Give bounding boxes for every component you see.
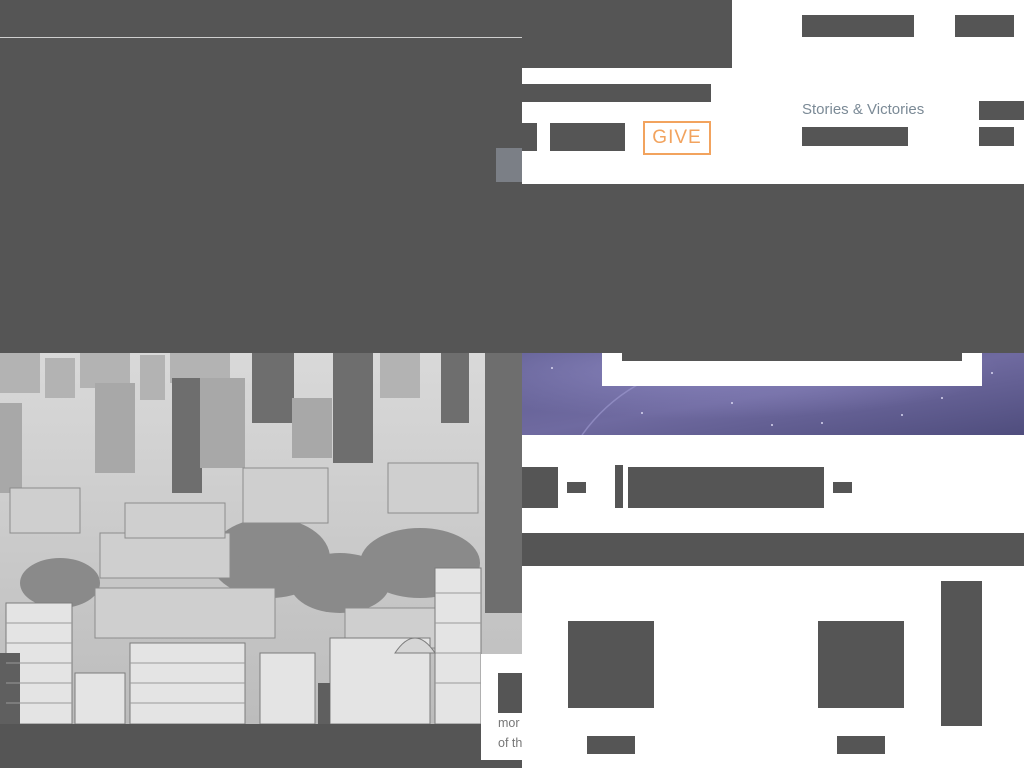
redacted-stat-separator: [833, 482, 852, 493]
header-divider: [0, 37, 522, 38]
redacted-stat-separator: [567, 482, 586, 493]
redacted-feature-icon[interactable]: [568, 621, 654, 708]
redacted-tagline: [522, 84, 711, 102]
give-button[interactable]: GIVE: [643, 121, 711, 155]
redacted-side-panel: [941, 581, 982, 726]
redacted-caption-title: [498, 673, 522, 713]
nav-link-stories-victories[interactable]: Stories & Victories: [802, 101, 924, 118]
redacted-banner-block: [0, 0, 522, 353]
redacted-stat-number: [522, 467, 558, 508]
redacted-hero-card-text: [622, 353, 962, 361]
redacted-stat-divider: [615, 465, 623, 508]
redacted-footer-block: [0, 724, 522, 768]
redacted-section-heading: [522, 533, 1024, 566]
scroll-edge-marker: [496, 148, 522, 182]
redacted-feature-label: [587, 736, 635, 754]
photo-caption-card: mor of th: [481, 654, 522, 760]
redacted-nav-item[interactable]: [550, 123, 625, 151]
caption-line: of th: [498, 736, 522, 750]
caption-text: mor of th: [498, 713, 522, 753]
redacted-nav-item[interactable]: [979, 101, 1024, 120]
redacted-nav-item[interactable]: [802, 127, 908, 146]
redacted-nav-item[interactable]: [979, 127, 1014, 146]
redacted-feature-label: [837, 736, 885, 754]
city-skyline-photo: [0, 353, 522, 724]
redacted-nav-item[interactable]: [522, 123, 537, 151]
redacted-logo-block: [522, 0, 732, 68]
redacted-stat-number: [628, 467, 824, 508]
redacted-nav-item[interactable]: [955, 15, 1014, 37]
caption-line: mor: [498, 716, 520, 730]
redacted-feature-icon[interactable]: [818, 621, 904, 708]
redacted-hero-block: [522, 184, 1024, 353]
redacted-nav-item[interactable]: [802, 15, 914, 37]
